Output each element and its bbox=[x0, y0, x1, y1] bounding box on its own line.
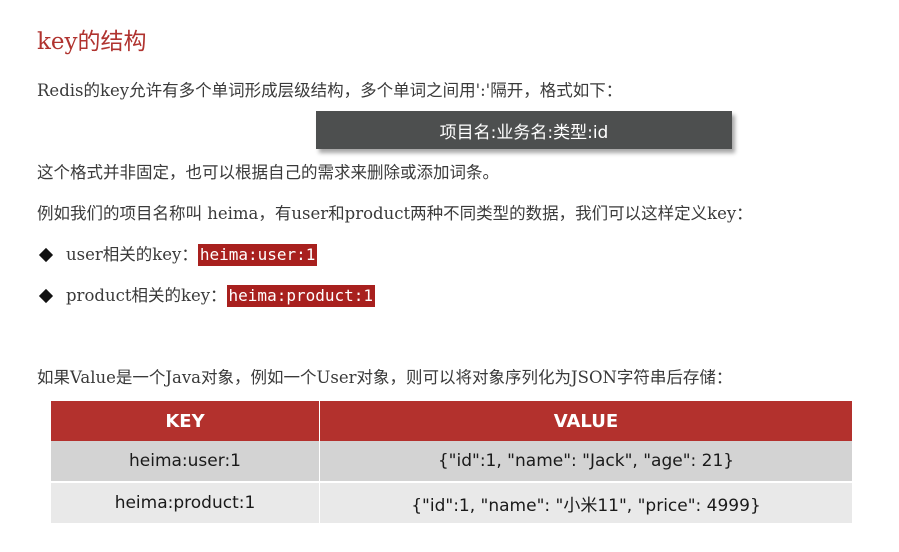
table-cell-value: {"id":1, "name": "Jack", "age": 21} bbox=[319, 441, 852, 483]
example-intro-text: 例如我们的项目名称叫 heima，有user和product两种不同类型的数据，… bbox=[37, 204, 753, 223]
table-cell-key: heima:user:1 bbox=[51, 441, 320, 483]
note-text: 这个格式并非固定，也可以根据自己的需求来删除或添加词条。 bbox=[37, 163, 499, 182]
bullet-item-product: product相关的key： heima:product:1 bbox=[38, 285, 376, 307]
table-cell-key: heima:product:1 bbox=[51, 482, 320, 523]
table-header-row: KEY VALUE bbox=[51, 401, 852, 441]
bullet-item-user: user相关的key： heima:user:1 bbox=[38, 244, 318, 266]
column-header-value: VALUE bbox=[319, 401, 852, 441]
key-format-box: 项目名:业务名:类型:id bbox=[316, 111, 732, 149]
intro-text: Redis的key允许有多个单词形成层级结构，多个单词之间用':'隔开，格式如下… bbox=[37, 81, 623, 100]
table-cell-value: {"id":1, "name": "小米11", "price": 4999} bbox=[319, 482, 852, 523]
value-intro-text: 如果Value是一个Java对象，例如一个User对象，则可以将对象序列化为JS… bbox=[37, 368, 733, 387]
bullet-label: user相关的key： bbox=[66, 245, 198, 264]
key-example-code: heima:product:1 bbox=[226, 285, 376, 307]
diamond-bullet-icon bbox=[38, 247, 54, 263]
key-value-table: KEY VALUE heima:user:1 {"id":1, "name": … bbox=[51, 401, 852, 523]
bullet-label: product相关的key： bbox=[66, 286, 227, 305]
column-header-key: KEY bbox=[51, 401, 320, 441]
key-format-text: 项目名:业务名:类型:id bbox=[439, 122, 609, 143]
table-row: heima:user:1 {"id":1, "name": "Jack", "a… bbox=[51, 441, 852, 483]
page-title: key的结构 bbox=[37, 29, 147, 55]
key-example-code: heima:user:1 bbox=[197, 244, 318, 266]
table-row: heima:product:1 {"id":1, "name": "小米11",… bbox=[51, 482, 852, 523]
diamond-bullet-icon bbox=[38, 288, 54, 304]
